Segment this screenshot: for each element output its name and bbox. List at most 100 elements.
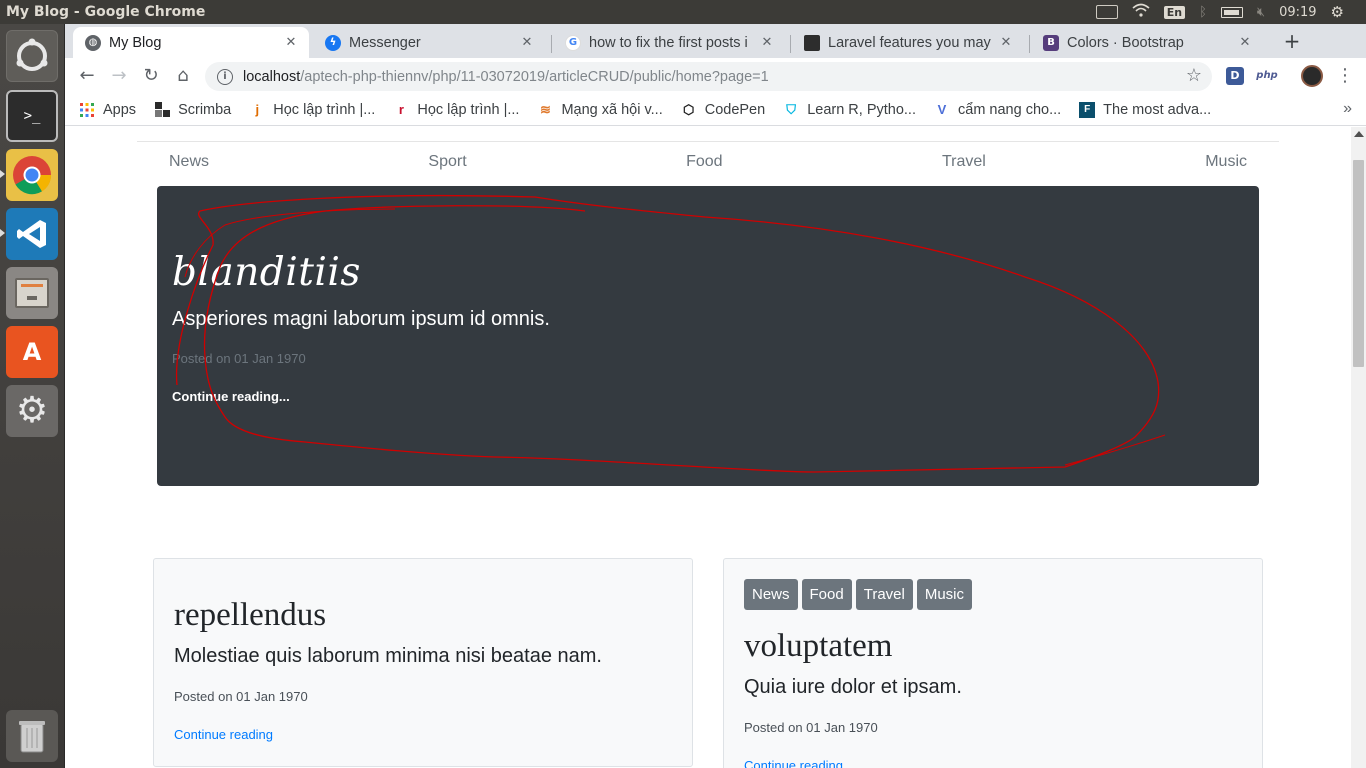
bookmark-label: Apps — [103, 101, 137, 118]
keyboard-layout-indicator[interactable]: En — [1163, 5, 1186, 19]
ubuntu-dash-icon[interactable] — [6, 30, 58, 82]
bookmark-label: cẩm nang cho... — [958, 101, 1062, 118]
close-tab-icon[interactable]: ✕ — [998, 35, 1014, 50]
trash-icon[interactable] — [6, 710, 58, 762]
viblo-icon: ≋ — [539, 101, 551, 117]
bookmark-datacamp[interactable]: ⛉ Learn R, Pytho... — [783, 102, 916, 118]
back-button[interactable]: ← — [75, 64, 99, 88]
nav-link-news[interactable]: News — [169, 153, 209, 171]
tab-separator — [790, 35, 791, 53]
nav-divider — [137, 141, 1279, 142]
featured-date: Posted on 01 Jan 1970 — [172, 351, 306, 366]
datacamp-icon: ⛉ — [786, 101, 797, 117]
terminal-icon[interactable]: >_ — [6, 90, 58, 142]
volume-muted-icon[interactable]: 🔇︎ — [1257, 5, 1265, 20]
badge-news[interactable]: News — [744, 579, 798, 610]
battery-icon[interactable] — [1220, 6, 1243, 18]
featured-continue-link[interactable]: Continue reading... — [172, 389, 290, 404]
continue-reading-link[interactable]: Continue reading — [744, 758, 843, 768]
window-title: My Blog - Google Chrome — [6, 4, 206, 20]
address-bar[interactable]: i localhost/aptech-php-thiennv/php/11-03… — [205, 62, 1212, 91]
f8-icon: r — [398, 102, 404, 117]
badge-food[interactable]: Food — [801, 579, 852, 610]
codepen-icon: ⬡ — [683, 101, 695, 117]
scrollbar-thumb[interactable] — [1353, 160, 1364, 367]
badge-music[interactable]: Music — [916, 579, 973, 610]
bookmark-most-advanced[interactable]: F The most adva... — [1079, 101, 1212, 118]
close-tab-icon[interactable]: ✕ — [283, 35, 299, 50]
page-scrollbar[interactable] — [1351, 127, 1366, 768]
system-settings-icon[interactable]: ⚙ — [6, 385, 58, 437]
messenger-icon: ϟ — [325, 34, 341, 51]
bookmarks-bar: Apps Scrimba j Học lập trình |... r Học … — [65, 94, 1366, 126]
close-tab-icon[interactable]: ✕ — [759, 35, 775, 50]
close-tab-icon[interactable]: ✕ — [1237, 35, 1253, 50]
post-card: repellendus Molestiae quis laborum minim… — [153, 558, 693, 767]
badge-travel[interactable]: Travel — [855, 579, 913, 610]
display-icon[interactable] — [1095, 5, 1118, 19]
nav-link-sport[interactable]: Sport — [428, 153, 466, 171]
profile-avatar[interactable] — [1301, 65, 1323, 87]
system-indicators: En ᛒ 🔇︎ 09:19 ⚙ — [1095, 3, 1366, 21]
nav-link-music[interactable]: Music — [1205, 153, 1247, 171]
chrome-window: ◍ My Blog ✕ ϟ Messenger ✕ G how to fix t… — [65, 24, 1366, 768]
tab-laravel[interactable]: Laravel features you may n ✕ — [792, 27, 1024, 58]
forward-button[interactable]: → — [107, 64, 131, 88]
nav-link-travel[interactable]: Travel — [942, 153, 986, 171]
running-indicator — [0, 229, 5, 237]
site-info-icon[interactable]: i — [217, 68, 233, 85]
laravel-site-icon — [804, 34, 820, 51]
tab-separator — [1029, 35, 1030, 53]
tab-title: Laravel features you may n — [828, 34, 992, 51]
post-lead: Molestiae quis laborum minima nisi beata… — [174, 645, 602, 667]
tab-my-blog[interactable]: ◍ My Blog ✕ — [73, 27, 309, 58]
home-button[interactable]: ⌂ — [171, 64, 195, 88]
close-tab-icon[interactable]: ✕ — [519, 35, 535, 50]
nav-link-food[interactable]: Food — [686, 153, 722, 171]
reload-button[interactable]: ↻ — [139, 64, 163, 88]
browser-toolbar: ← → ↻ ⌂ i localhost/aptech-php-thiennv/p… — [65, 58, 1366, 94]
tab-messenger[interactable]: ϟ Messenger ✕ — [313, 27, 545, 58]
new-tab-button[interactable]: + — [1280, 30, 1304, 54]
chrome-menu-icon[interactable]: ⋮ — [1333, 64, 1357, 88]
bookmark-mang-xa-hoi[interactable]: ≋ Mạng xã hội v... — [537, 101, 663, 118]
tab-title: My Blog — [109, 34, 162, 51]
bookmark-cam-nang[interactable]: V cẩm nang cho... — [934, 101, 1062, 118]
unity-launcher: >_ A ⚙ — [0, 24, 65, 768]
bookmark-star-icon[interactable]: ☆ — [1186, 65, 1202, 86]
wifi-icon[interactable] — [1132, 3, 1150, 21]
running-indicator — [0, 170, 5, 178]
bluetooth-icon[interactable]: ᛒ — [1199, 5, 1207, 20]
bookmark-label: Học lập trình |... — [417, 101, 520, 118]
category-nav: News Sport Food Travel Music — [137, 153, 1279, 171]
scroll-up-arrow-icon[interactable] — [1354, 131, 1364, 137]
post-category-badges: News Food Travel Music — [744, 579, 973, 610]
tab-title: how to fix the first posts i — [589, 34, 748, 51]
clock[interactable]: 09:19 — [1279, 5, 1316, 20]
tab-bootstrap-colors[interactable]: B Colors · Bootstrap ✕ — [1031, 27, 1263, 58]
extension-php-icon[interactable]: php — [1255, 67, 1279, 85]
url-text[interactable]: localhost/aptech-php-thiennv/php/11-0307… — [243, 69, 769, 85]
bookmark-hoc-lap-trinh-1[interactable]: j Học lập trình |... — [249, 102, 375, 118]
bookmarks-overflow-button[interactable]: » — [1343, 100, 1352, 118]
vscode-icon[interactable] — [6, 208, 58, 260]
post-title: repellendus — [174, 597, 327, 633]
power-gear-icon[interactable]: ⚙ — [1331, 3, 1344, 21]
bookmark-hoc-lap-trinh-2[interactable]: r Học lập trình |... — [393, 101, 520, 118]
tab-google-search[interactable]: G how to fix the first posts i ✕ — [553, 27, 785, 58]
url-path: /aptech-php-thiennv/php/11-03072019/arti… — [300, 68, 769, 85]
chrome-icon[interactable] — [6, 149, 58, 201]
continue-reading-link[interactable]: Continue reading — [174, 727, 273, 742]
bookmark-codepen[interactable]: ⬡ CodePen — [681, 102, 765, 118]
bookmark-apps[interactable]: Apps — [79, 102, 136, 118]
v-icon: V — [937, 102, 947, 117]
extension-d-icon[interactable]: D — [1226, 67, 1244, 85]
tab-title: Colors · Bootstrap — [1067, 34, 1184, 51]
bookmark-label: The most adva... — [1103, 101, 1212, 118]
bookmark-scrimba[interactable]: Scrimba — [154, 102, 231, 118]
tab-strip: ◍ My Blog ✕ ϟ Messenger ✕ G how to fix t… — [65, 24, 1366, 58]
featured-post-jumbotron: blanditiis Asperiores magni laborum ipsu… — [157, 186, 1259, 486]
post-date: Posted on 01 Jan 1970 — [174, 689, 308, 704]
software-center-icon[interactable]: A — [6, 326, 58, 378]
files-icon[interactable] — [6, 267, 58, 319]
